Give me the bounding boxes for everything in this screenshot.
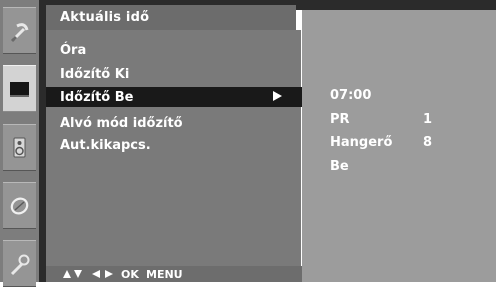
satellite-icon — [10, 23, 29, 43]
right-arrow-icon — [105, 270, 113, 278]
category-audio-tile[interactable] — [3, 124, 36, 171]
submenu-arrow-icon — [273, 91, 282, 101]
wrench-icon — [10, 254, 30, 276]
picture-icon — [10, 82, 29, 97]
category-tools-tile[interactable] — [3, 240, 36, 287]
timer-volume-value: 8 — [423, 135, 433, 150]
frame-divider — [39, 0, 46, 282]
menu-item-auto-off[interactable]: Aut.kikapcs. — [60, 138, 151, 153]
left-arrow-icon — [92, 270, 100, 278]
help-ok-label: OK — [121, 268, 139, 281]
speaker-icon — [13, 137, 26, 158]
frame-top-right — [296, 0, 496, 10]
timer-pr-value: 1 — [423, 112, 433, 127]
menu-item-on-timer[interactable]: Időzítő Be — [60, 90, 134, 105]
category-setup-tile[interactable] — [3, 7, 36, 54]
help-menu-label: MENU — [146, 268, 183, 281]
timer-time: 07:00 — [330, 88, 372, 103]
down-arrow-icon — [74, 270, 82, 278]
timer-pr-label: PR — [330, 112, 350, 127]
category-picture-tile[interactable] — [3, 65, 36, 112]
tv-osd-screen: Aktuális idő Óra Időzítő Ki Időzítő Be A… — [0, 0, 496, 287]
timer-state: Be — [330, 159, 349, 174]
disc-icon — [10, 197, 29, 215]
timer-volume-label: Hangerő — [330, 135, 393, 150]
menu-item-clock[interactable]: Óra — [60, 43, 86, 58]
category-option-tile[interactable] — [3, 182, 36, 229]
up-arrow-icon — [63, 270, 71, 278]
menu-item-sleep-timer[interactable]: Alvó mód időzítő — [60, 116, 183, 131]
category-rail — [0, 0, 39, 287]
menu-title: Aktuális idő — [60, 10, 150, 25]
menu-item-off-timer[interactable]: Időzítő Ki — [60, 67, 129, 82]
